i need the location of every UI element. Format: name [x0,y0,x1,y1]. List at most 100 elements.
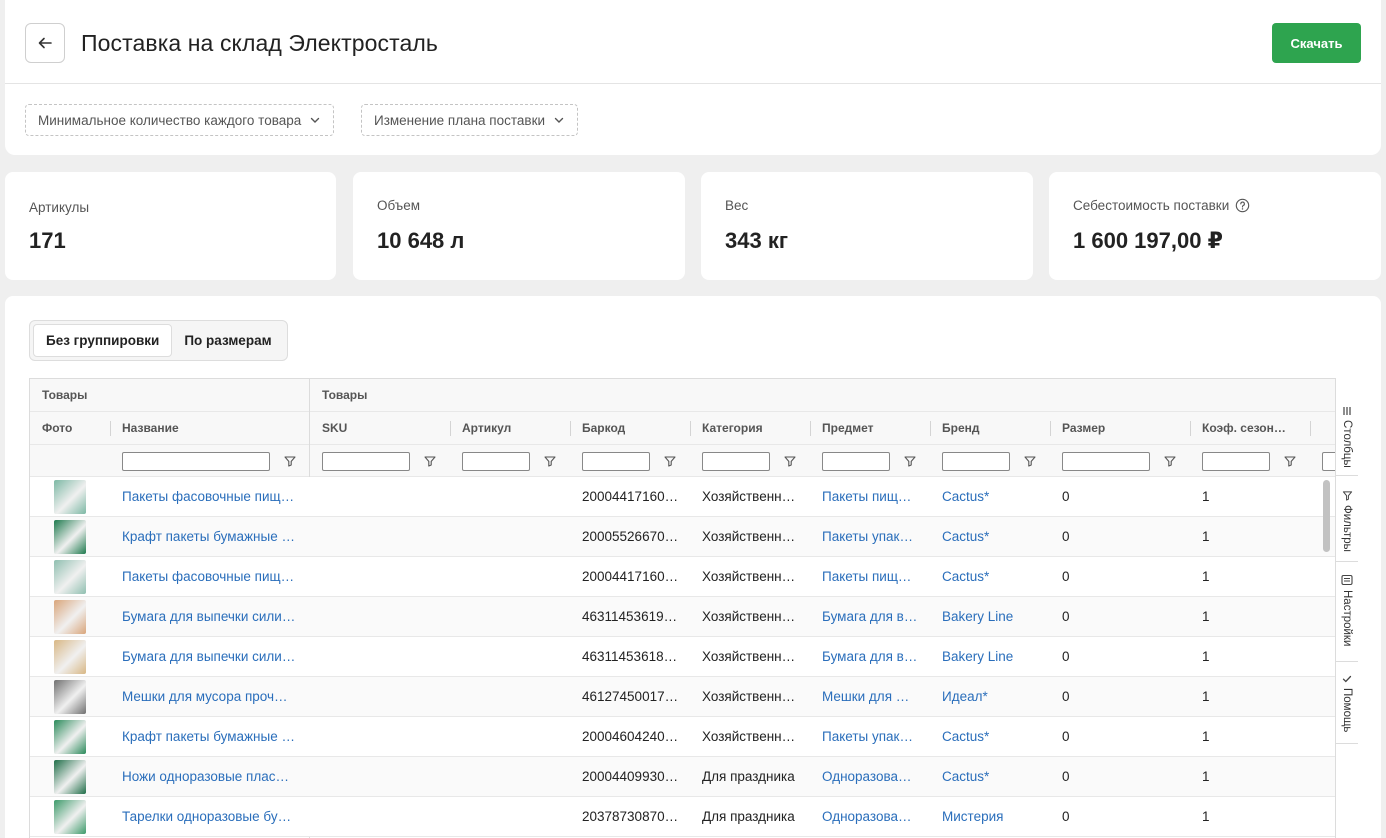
cell-subject-text[interactable]: Бумага для в… [822,649,917,664]
cell-brand-text[interactable]: Идеал* [942,689,988,704]
side-tab-columns[interactable]: Столбцы [1336,378,1358,476]
cell-brand[interactable]: Cactus* [930,477,1050,516]
cell-brand-text[interactable]: Cactus* [942,529,989,544]
column-header-brand[interactable]: Бренд [930,412,980,444]
column-header-name[interactable]: Название [110,412,179,444]
column-header-barcode[interactable]: Баркод [570,412,625,444]
column-header-sku[interactable]: SKU [310,412,347,444]
cell-subject-text[interactable]: Мешки для … [822,689,909,704]
cell-name-text[interactable]: Мешки для мусора проч… [122,689,288,704]
filter-icon[interactable] [663,454,677,468]
table-row[interactable]: Бумага для выпечки сили… 46311453619… Хозя… [30,597,1335,637]
cell-name[interactable]: Крафт пакеты бумажные … [110,517,310,556]
side-tab-settings[interactable]: Настройки [1336,568,1358,662]
cell-subject-text[interactable]: Пакеты пищ… [822,569,911,584]
filter-icon[interactable] [783,454,797,468]
cell-subject-text[interactable]: Пакеты упак… [822,729,913,744]
filter-icon[interactable] [903,454,917,468]
table-row[interactable]: Бумага для выпечки сили… 46311453618… Хозя… [30,637,1335,677]
grouping-by-size-button[interactable]: По размерам [172,324,283,357]
size-filter-input[interactable] [1062,452,1150,471]
cell-brand-text[interactable]: Bakery Line [942,649,1013,664]
product-thumbnail[interactable] [54,760,86,794]
cell-brand[interactable]: Cactus* [930,557,1050,596]
sku-filter-input[interactable] [322,452,410,471]
cell-brand-text[interactable]: Cactus* [942,489,989,504]
product-thumbnail[interactable] [54,560,86,594]
column-header-size[interactable]: Размер [1050,412,1105,444]
filter-icon[interactable] [1163,454,1177,468]
column-header-photo[interactable]: Фото [30,412,72,444]
cell-brand[interactable]: Мистерия [930,797,1050,836]
cell-subject[interactable]: Пакеты пищ… [810,477,930,516]
cell-brand[interactable]: Идеал* [930,677,1050,716]
cell-name-text[interactable]: Крафт пакеты бумажные … [122,729,295,744]
product-thumbnail[interactable] [54,680,86,714]
cell-name-text[interactable]: Ножи одноразовые плас… [122,769,289,784]
column-header-category[interactable]: Категория [690,412,763,444]
cell-name[interactable]: Бумага для выпечки сили… [110,637,310,676]
back-button[interactable] [25,23,65,63]
cell-name[interactable]: Пакеты фасовочные пищ… [110,557,310,596]
cell-brand-text[interactable]: Cactus* [942,729,989,744]
table-row[interactable]: Крафт пакеты бумажные … 20005526670… Хозяй… [30,517,1335,557]
side-tab-filters[interactable]: Фильтры [1336,484,1358,562]
cell-name-text[interactable]: Пакеты фасовочные пищ… [122,489,294,504]
side-tab-help[interactable]: Помощь [1336,668,1358,744]
article-filter-input[interactable] [462,452,530,471]
cell-name[interactable]: Ножи одноразовые плас… [110,757,310,796]
help-circle-icon[interactable] [1235,198,1250,213]
cell-subject[interactable]: Пакеты упак… [810,517,930,556]
cell-brand[interactable]: Bakery Line [930,597,1050,636]
download-button[interactable]: Скачать [1272,23,1361,63]
cell-subject[interactable]: Одноразова… [810,757,930,796]
cell-name-text[interactable]: Крафт пакеты бумажные … [122,529,295,544]
column-header-season-coef[interactable]: Коэф. сезон… [1190,412,1310,444]
category-filter-input[interactable] [702,452,770,471]
table-row[interactable]: Пакеты фасовочные пищ… 20004417160… Хозяйс… [30,557,1335,597]
cell-subject[interactable]: Мешки для … [810,677,930,716]
cell-brand[interactable]: Cactus* [930,517,1050,556]
cell-subject[interactable]: Бумага для в… [810,597,930,636]
column-header-subject[interactable]: Предмет [810,412,874,444]
cell-name-text[interactable]: Бумага для выпечки сили… [122,649,295,664]
cell-subject-text[interactable]: Пакеты пищ… [822,489,911,504]
cell-name-text[interactable]: Бумага для выпечки сили… [122,609,295,624]
cell-brand-text[interactable]: Cactus* [942,569,989,584]
cell-brand[interactable]: Cactus* [930,717,1050,756]
cell-name[interactable]: Мешки для мусора проч… [110,677,310,716]
cell-name-text[interactable]: Тарелки одноразовые бу… [122,809,291,824]
filter-icon[interactable] [1023,454,1037,468]
column-header-article[interactable]: Артикул [450,412,511,444]
table-row[interactable]: Тарелки одноразовые бу… 20378730870… Для п… [30,797,1335,837]
cell-brand[interactable]: Cactus* [930,757,1050,796]
product-thumbnail[interactable] [54,640,86,674]
table-row[interactable]: Крафт пакеты бумажные … 20004604240… Хозяй… [30,717,1335,757]
cell-name[interactable]: Пакеты фасовочные пищ… [110,477,310,516]
cell-subject-text[interactable]: Бумага для в… [822,609,917,624]
table-row[interactable]: Мешки для мусора проч… 46127450017… Хозяйс… [30,677,1335,717]
cell-brand-text[interactable]: Bakery Line [942,609,1013,624]
table-row[interactable]: Пакеты фасовочные пищ… 20004417160… Хозяйс… [30,477,1335,517]
cell-subject[interactable]: Пакеты пищ… [810,557,930,596]
grouping-none-button[interactable]: Без группировки [33,324,173,357]
cell-name[interactable]: Тарелки одноразовые бу… [110,797,310,836]
cell-subject-text[interactable]: Одноразова… [822,809,911,824]
cell-name[interactable]: Крафт пакеты бумажные … [110,717,310,756]
filter-icon[interactable] [423,454,437,468]
table-row[interactable]: Ножи одноразовые плас… 20004409930… Для пр… [30,757,1335,797]
cell-subject-text[interactable]: Одноразова… [822,769,911,784]
product-thumbnail[interactable] [54,720,86,754]
product-thumbnail[interactable] [54,520,86,554]
cell-brand-text[interactable]: Мистерия [942,809,1003,824]
brand-filter-input[interactable] [942,452,1010,471]
product-thumbnail[interactable] [54,480,86,514]
filter-icon[interactable] [283,454,297,468]
cell-brand[interactable]: Bakery Line [930,637,1050,676]
cell-brand-text[interactable]: Cactus* [942,769,989,784]
barcode-filter-input[interactable] [582,452,650,471]
cell-name[interactable]: Бумага для выпечки сили… [110,597,310,636]
next-column-filter-input[interactable] [1322,452,1335,471]
product-thumbnail[interactable] [54,800,86,834]
season-coef-filter-input[interactable] [1202,452,1270,471]
